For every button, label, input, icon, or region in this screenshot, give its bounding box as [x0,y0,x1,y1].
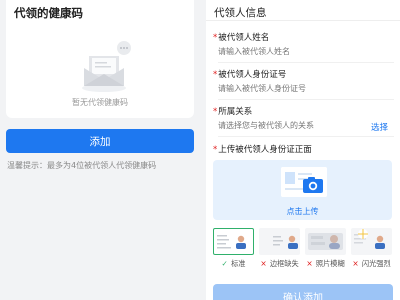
divider [218,136,394,137]
id-card-camera-icon [281,167,327,197]
required-mark: * [213,70,218,80]
upload-label: *上传被代领人身份证正面 [213,145,312,155]
proxy-info-title: 代领人信息 [214,7,267,19]
required-mark: * [213,145,218,155]
upload-button-text: 点击上传 [286,207,319,216]
required-mark: * [213,33,218,43]
sample-label: × 照片模糊 [306,259,345,268]
sample-label: × 闪光强烈 [352,259,391,268]
id-card-blurry-icon [305,228,346,255]
sample-standard: ✓ 标准 [213,228,254,270]
id-card-flash-icon [351,228,392,255]
empty-box-icon [76,38,136,94]
id-card-standard-icon [213,228,254,255]
sample-blurry: × 照片模糊 [305,228,346,270]
sample-examples: ✓ 标准 × 边框缺失 × 照片模糊 × 闪光强烈 [213,228,393,270]
divider [218,62,394,63]
proxy-info-card: 代领人信息 *被代领人姓名 *被代领人身份证号 *所属关系 选择 *上传被代领人… [206,0,400,300]
id-number-label: *被代领人身份证号 [213,70,287,80]
add-button[interactable]: 添加 [6,129,194,153]
upload-area[interactable]: 点击上传 [213,160,392,220]
empty-state-text: 暂无代领健康码 [72,98,128,107]
divider [218,99,394,100]
sample-label: × 边框缺失 [260,259,299,268]
name-label: *被代领人姓名 [213,33,270,43]
id-card-border-missing-icon [259,228,300,255]
sample-border-missing: × 边框缺失 [259,228,300,270]
health-code-title: 代领的健康码 [14,6,83,20]
sample-label: ✓ 标准 [221,259,246,268]
relation-label: *所属关系 [213,107,253,117]
name-input[interactable] [218,47,388,56]
relation-input[interactable] [218,121,358,130]
sample-flash: × 闪光强烈 [351,228,392,270]
health-code-card: 代领的健康码 暂无代领健康码 [6,0,194,118]
id-number-input[interactable] [218,84,388,93]
confirm-add-button[interactable]: 确认添加 [213,284,393,300]
tip-text: 温馨提示：最多为4位被代领人代领健康码 [7,161,157,170]
divider [206,20,400,21]
required-mark: * [213,107,218,117]
relation-select-link[interactable]: 选择 [371,121,388,133]
